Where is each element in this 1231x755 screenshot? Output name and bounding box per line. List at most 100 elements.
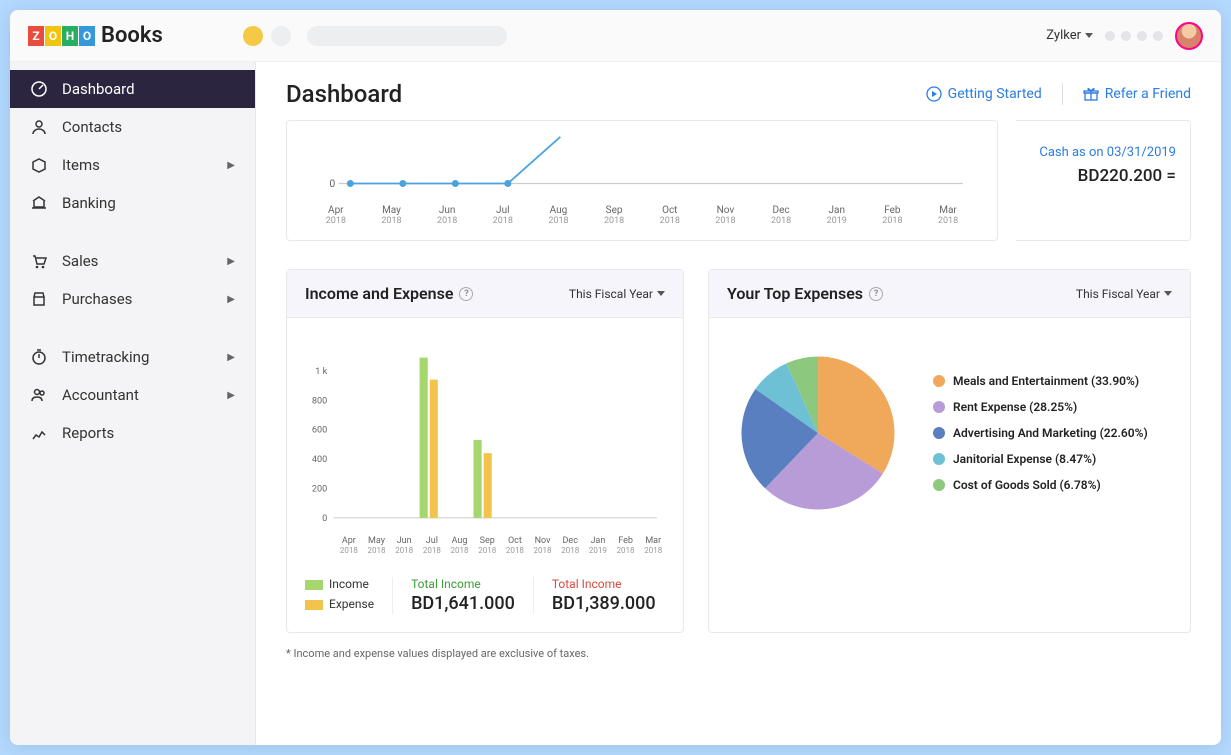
zoho-logo-icon: ZOHO xyxy=(28,26,95,46)
pie-legend-item: Janitorial Expense (8.47%) xyxy=(933,452,1148,466)
tax-note: * Income and expense values displayed ar… xyxy=(286,647,1191,660)
purchases-icon xyxy=(30,290,48,308)
expenses-period-selector[interactable]: This Fiscal Year xyxy=(1076,287,1172,301)
x-tick: Jun2018 xyxy=(422,205,472,226)
income-period-selector[interactable]: This Fiscal Year xyxy=(569,287,665,301)
chevron-right-icon: ▶ xyxy=(227,256,235,267)
items-icon xyxy=(30,156,48,174)
svg-text:200: 200 xyxy=(312,485,327,495)
svg-text:1 k: 1 k xyxy=(315,367,327,377)
pie-legend-item: Cost of Goods Sold (6.78%) xyxy=(933,478,1148,492)
x-tick: Aug2018 xyxy=(534,205,584,226)
sidebar-item-items[interactable]: Items ▶ xyxy=(10,146,255,184)
x-tick: Mar2018 xyxy=(639,536,667,555)
x-tick: Mar2018 xyxy=(923,205,973,226)
chevron-right-icon: ▶ xyxy=(227,160,235,171)
x-tick: Jan2019 xyxy=(812,205,862,226)
x-tick: Oct2018 xyxy=(645,205,695,226)
sidebar-item-accountant[interactable]: Accountant ▶ xyxy=(10,376,255,414)
sidebar-item-dashboard[interactable]: Dashboard xyxy=(10,70,255,108)
sidebar-item-contacts[interactable]: Contacts xyxy=(10,108,255,146)
cash-summary-card: Cash as on 03/31/2019 BD220.200 = xyxy=(1016,120,1191,241)
page-title: Dashboard xyxy=(286,80,402,108)
sidebar-item-label: Sales xyxy=(62,252,98,270)
x-tick: Apr2018 xyxy=(335,536,363,555)
x-tick: Jun2018 xyxy=(390,536,418,555)
sidebar-item-label: Reports xyxy=(62,424,114,442)
income-expense-title: Income and Expense ? xyxy=(305,284,473,303)
play-circle-icon xyxy=(926,86,942,102)
x-tick: May2018 xyxy=(367,205,417,226)
chevron-down-icon xyxy=(1164,291,1172,296)
top-expenses-pie-chart xyxy=(733,348,903,518)
sidebar: DashboardContactsItems▶BankingSales▶Purc… xyxy=(10,62,256,745)
banking-icon xyxy=(30,194,48,212)
total-income-block: Total Income BD1,641.000 xyxy=(392,577,515,614)
chevron-right-icon: ▶ xyxy=(227,294,235,305)
app-logo: ZOHO Books xyxy=(28,23,163,48)
chevron-right-icon: ▶ xyxy=(227,352,235,363)
app-name: Books xyxy=(101,23,163,48)
x-tick: Oct2018 xyxy=(501,536,529,555)
cashflow-line-chart: 0 xyxy=(305,131,979,201)
sidebar-item-sales[interactable]: Sales ▶ xyxy=(10,242,255,280)
x-tick: Jul2018 xyxy=(418,536,446,555)
svg-text:600: 600 xyxy=(312,426,327,436)
chevron-down-icon xyxy=(657,291,665,296)
accountant-icon xyxy=(30,386,48,404)
sidebar-item-label: Accountant xyxy=(62,386,139,404)
org-selector[interactable]: Zylker xyxy=(1046,28,1093,43)
topbar: ZOHO Books Zylker xyxy=(10,10,1221,62)
legend-expense: Expense xyxy=(305,597,374,611)
main-content: Dashboard Getting Started Refer a Friend xyxy=(256,62,1221,745)
chevron-right-icon: ▶ xyxy=(227,390,235,401)
sidebar-item-reports[interactable]: Reports xyxy=(10,414,255,452)
total-expense-block: Total Income BD1,389.000 xyxy=(533,577,656,614)
sidebar-item-purchases[interactable]: Purchases▶ xyxy=(10,280,255,318)
x-tick: Dec2018 xyxy=(556,536,584,555)
x-tick: Feb2018 xyxy=(612,536,640,555)
cash-value: BD220.200 = xyxy=(1030,166,1176,186)
income-expense-card: Income and Expense ? This Fiscal Year 0 2… xyxy=(286,269,684,633)
refer-friend-link[interactable]: Refer a Friend xyxy=(1083,86,1191,102)
sidebar-item-label: Dashboard xyxy=(62,80,135,98)
sidebar-item-label: Banking xyxy=(62,194,116,212)
x-tick: Nov2018 xyxy=(701,205,751,226)
sidebar-item-label: Contacts xyxy=(62,118,122,136)
svg-text:0: 0 xyxy=(322,514,327,524)
sidebar-item-label: Timetracking xyxy=(62,348,149,366)
chevron-down-icon xyxy=(1085,33,1093,38)
legend-income: Income xyxy=(305,577,374,591)
topbar-action-placeholders xyxy=(1105,31,1163,41)
x-tick: Sep2018 xyxy=(473,536,501,555)
overview-row: 0 Apr2018May2018Jun2018Jul2018Aug2018Sep… xyxy=(286,120,1191,241)
sales-icon xyxy=(30,252,48,270)
getting-started-link[interactable]: Getting Started xyxy=(926,86,1042,102)
reports-icon xyxy=(30,424,48,442)
help-icon[interactable]: ? xyxy=(459,287,473,301)
x-tick: Jul2018 xyxy=(478,205,528,226)
cash-date-label: Cash as on 03/31/2019 xyxy=(1030,145,1176,160)
help-icon[interactable]: ? xyxy=(869,287,883,301)
time-icon xyxy=(30,348,48,366)
sidebar-item-label: Items xyxy=(62,156,100,174)
svg-text:0: 0 xyxy=(329,177,335,190)
pie-legend-item: Advertising And Marketing (22.60%) xyxy=(933,426,1148,440)
svg-text:800: 800 xyxy=(312,396,327,406)
pie-legend-item: Meals and Entertainment (33.90%) xyxy=(933,374,1148,388)
sidebar-item-banking[interactable]: Banking xyxy=(10,184,255,222)
x-tick: May2018 xyxy=(363,536,391,555)
page-header: Dashboard Getting Started Refer a Friend xyxy=(256,62,1221,120)
top-expenses-title: Your Top Expenses ? xyxy=(727,284,883,303)
avatar[interactable] xyxy=(1175,22,1203,50)
top-expenses-card: Your Top Expenses ? This Fiscal Year Mea… xyxy=(708,269,1191,633)
x-tick: Feb2018 xyxy=(868,205,918,226)
pie-legend-item: Rent Expense (28.25%) xyxy=(933,400,1148,414)
x-tick: Aug2018 xyxy=(446,536,474,555)
x-tick: Sep2018 xyxy=(589,205,639,226)
contacts-icon xyxy=(30,118,48,136)
gift-icon xyxy=(1083,86,1099,102)
svg-text:400: 400 xyxy=(312,455,327,465)
sidebar-item-timetracking[interactable]: Timetracking ▶ xyxy=(10,338,255,376)
app-window: ZOHO Books Zylker Dashboard Contacts Items… xyxy=(10,10,1221,745)
